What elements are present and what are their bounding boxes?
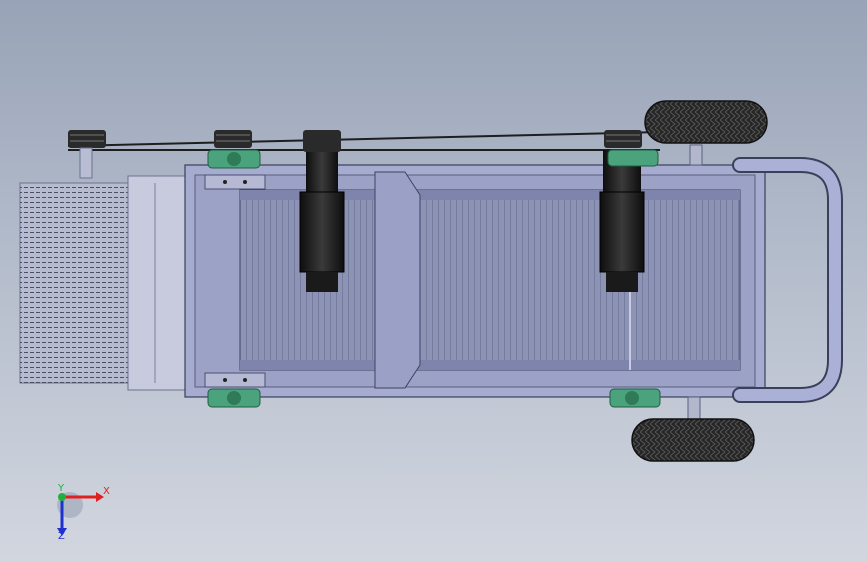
motor-left (299, 130, 345, 292)
front-comb-header (19, 175, 191, 391)
drive-belt (67, 131, 661, 151)
bearing-mount-bottom-left (207, 388, 261, 408)
pulley-left (68, 130, 106, 179)
harvester-model-top-view[interactable] (0, 0, 867, 562)
wheel-top (644, 100, 768, 166)
bearing-mount-bottom-right (609, 388, 661, 408)
cad-3d-viewport[interactable]: X Y Z (0, 0, 867, 562)
axis-z-label: Z (58, 531, 65, 542)
motor-right (599, 150, 645, 292)
bearing-mount-top-left (207, 149, 261, 169)
coordinate-triad-icon (57, 492, 104, 536)
axis-y-label: Y (58, 483, 65, 494)
bearing-mount-top-right (607, 149, 659, 167)
pulley-right (604, 130, 642, 148)
axis-x-label: X (103, 486, 110, 497)
pulley-mid (214, 130, 252, 148)
